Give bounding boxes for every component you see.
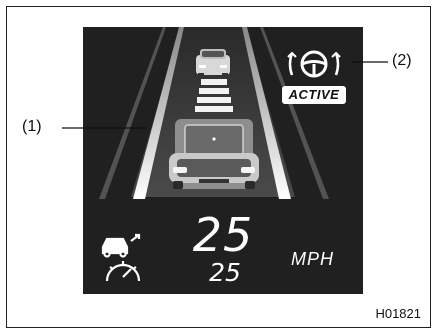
own-vehicle-icon [169, 119, 259, 189]
active-status-badge: ACTIVE [282, 86, 346, 104]
callout-label-right: (2) [392, 52, 412, 69]
set-speed: 25 [209, 258, 241, 287]
adaptive-cruise-gauge-icon [101, 233, 141, 282]
lead-vehicle-icon [196, 49, 230, 77]
figure-id: H01821 [375, 306, 421, 321]
steering-wheel-icon [287, 50, 341, 78]
callout-label-left: (1) [22, 118, 42, 135]
speed-unit: MPH [291, 249, 334, 269]
instrument-display: ACTIVE 25 25 MPH [83, 27, 363, 294]
current-speed: 25 [192, 208, 254, 262]
